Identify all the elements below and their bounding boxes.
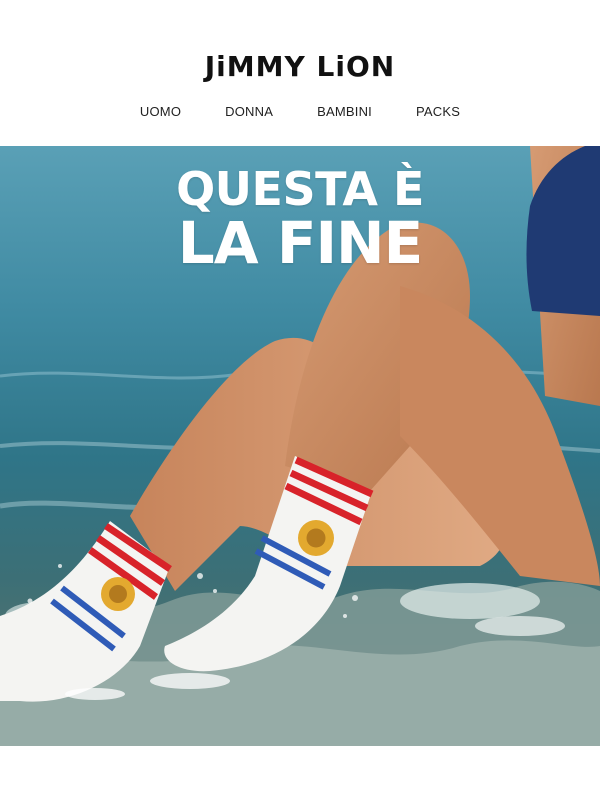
hero-title-line-1: QUESTA È [176, 162, 424, 216]
nav-item-packs[interactable]: PACKS [416, 104, 460, 119]
main-nav: UOMO DONNA BAMBINI PACKS [0, 104, 600, 119]
hero-title: QUESTA È LA FINE [0, 164, 600, 272]
nav-item-bambini[interactable]: BAMBINI [317, 104, 372, 119]
bottom-spacer [0, 746, 600, 800]
hero-banner[interactable]: QUESTA È LA FINE [0, 146, 600, 746]
email-header: JiMMY LiON UOMO DONNA BAMBINI PACKS [0, 0, 600, 146]
brand-logo[interactable]: JiMMY LiON [0, 50, 600, 83]
nav-item-uomo[interactable]: UOMO [140, 104, 181, 119]
hero-title-line-2: LA FINE [177, 209, 423, 277]
nav-item-donna[interactable]: DONNA [225, 104, 273, 119]
